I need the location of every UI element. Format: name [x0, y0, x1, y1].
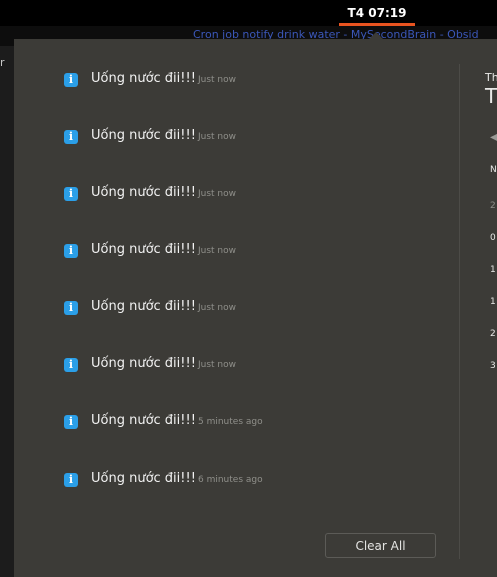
calendar-pane: Th T ◀ N 2 0 1 1 2 3	[484, 39, 497, 577]
notification-item[interactable]: i Uống nước đii!!! Just now	[64, 185, 454, 207]
calendar-week-number: 1	[490, 265, 496, 275]
top-panel	[0, 0, 497, 26]
notification-title: Uống nước đii!!!	[91, 299, 196, 314]
notification-time: Just now	[198, 246, 237, 256]
notification-title: Uống nước đii!!!	[91, 471, 196, 486]
info-icon: i	[64, 187, 78, 201]
clear-all-button[interactable]: Clear All	[325, 533, 436, 558]
calendar-week-number: 1	[490, 297, 496, 307]
info-icon: i	[64, 73, 78, 87]
info-icon: i	[64, 415, 78, 429]
notification-item[interactable]: i Uống nước đii!!! 6 minutes ago	[64, 471, 454, 493]
notification-title: Uống nước đii!!!	[91, 128, 196, 143]
notification-title: Uống nước đii!!!	[91, 185, 196, 200]
notification-item[interactable]: i Uống nước đii!!! Just now	[64, 356, 454, 378]
notification-item[interactable]: i Uống nước đii!!! 5 minutes ago	[64, 413, 454, 435]
left-window-strip: r	[0, 46, 14, 577]
notification-title: Uống nước đii!!!	[91, 356, 196, 371]
calendar-week-number: 0	[490, 233, 496, 243]
left-strip-text: r	[0, 56, 5, 69]
info-icon: i	[64, 358, 78, 372]
calendar-weekday-header: Th	[485, 71, 497, 84]
notification-item[interactable]: i Uống nước đii!!! Just now	[64, 299, 454, 321]
notification-panel: i Uống nước đii!!! Just now i Uống nước …	[14, 39, 497, 577]
notification-time: Just now	[198, 132, 237, 142]
calendar-date-header: T	[485, 84, 497, 108]
info-icon: i	[64, 473, 78, 487]
panel-divider	[459, 64, 460, 559]
info-icon: i	[64, 130, 78, 144]
info-icon: i	[64, 244, 78, 258]
notification-time: 5 minutes ago	[198, 417, 263, 427]
notification-time: Just now	[198, 360, 237, 370]
notification-time: Just now	[198, 303, 237, 313]
notification-time: 6 minutes ago	[198, 475, 263, 485]
info-icon: i	[64, 301, 78, 315]
notification-item[interactable]: i Uống nước đii!!! Just now	[64, 242, 454, 264]
panel-pointer	[369, 32, 383, 39]
chevron-left-icon[interactable]: ◀	[490, 132, 497, 143]
notification-time: Just now	[198, 189, 237, 199]
calendar-week-number: 3	[490, 361, 496, 371]
calendar-week-number: 2	[490, 329, 496, 339]
calendar-column-header: N	[490, 165, 497, 175]
notification-title: Uống nước đii!!!	[91, 242, 196, 257]
calendar-week-number: 2	[490, 201, 496, 211]
notification-title: Uống nước đii!!!	[91, 71, 196, 86]
notification-time: Just now	[198, 75, 237, 85]
notification-item[interactable]: i Uống nước đii!!! Just now	[64, 71, 454, 93]
notification-item[interactable]: i Uống nước đii!!! Just now	[64, 128, 454, 150]
notification-title: Uống nước đii!!!	[91, 413, 196, 428]
